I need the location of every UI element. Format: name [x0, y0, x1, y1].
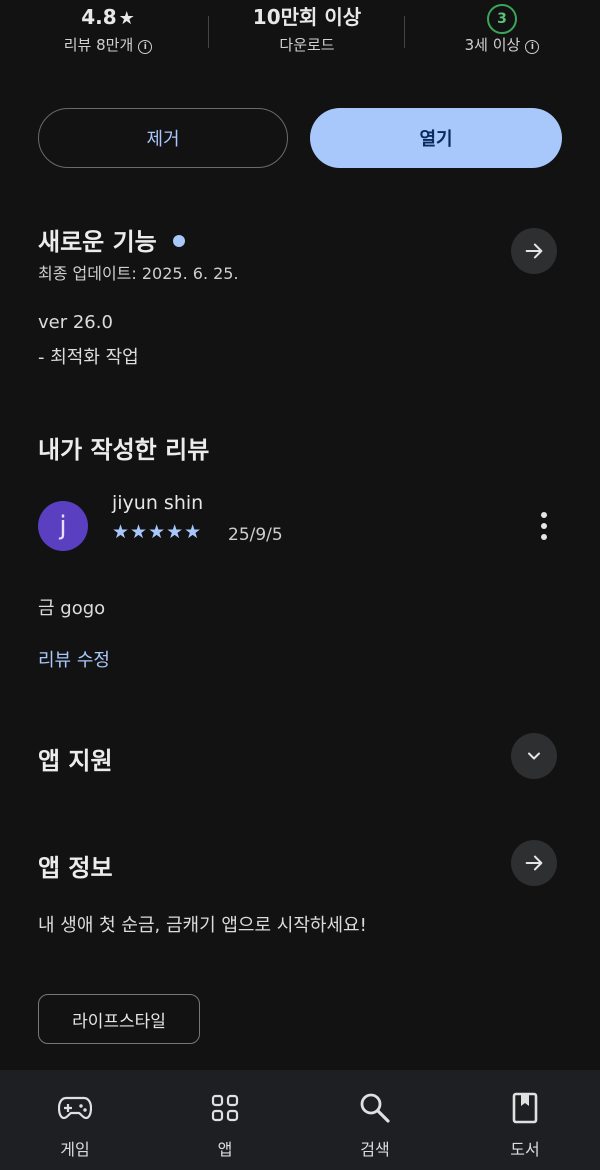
downloads-value: 10만회 이상: [252, 5, 362, 29]
new-dot-icon: [173, 235, 186, 247]
rating-label: 리뷰 8만개: [63, 36, 134, 54]
review-date: 25/9/5: [228, 525, 283, 545]
nav-item-books[interactable]: 도서: [450, 1070, 600, 1170]
arrow-right-icon: [525, 855, 543, 871]
app-support-title: 앱 지원: [38, 747, 113, 775]
age-rating-badge: 3: [487, 4, 517, 34]
downloads-label: 다운로드: [279, 36, 335, 54]
whats-new-header[interactable]: 새로운 기능: [38, 222, 186, 257]
nav-label: 앱: [217, 1140, 233, 1159]
more-vertical-icon: [541, 512, 547, 540]
whats-new-title: 새로운 기능: [38, 228, 157, 256]
star-icon: ★: [118, 8, 135, 29]
rating-value: 4.8: [81, 5, 117, 29]
nav-item-apps[interactable]: 앱: [150, 1070, 300, 1170]
bottom-nav: 게임 앱 검색 도서: [0, 1070, 600, 1170]
info-icon: i: [138, 40, 153, 54]
nav-label: 게임: [60, 1140, 90, 1159]
nav-label: 도서: [510, 1140, 540, 1159]
apps-grid-icon: [205, 1088, 245, 1128]
search-icon: [355, 1088, 395, 1128]
my-review-title: 내가 작성한 리뷰: [38, 436, 210, 464]
edit-review-link[interactable]: 리뷰 수정: [38, 646, 110, 672]
info-icon: i: [525, 40, 540, 54]
review-text: 금 gogo: [38, 598, 106, 619]
age-stat[interactable]: 3 3세 이상 i: [402, 0, 600, 55]
app-info-arrow-button[interactable]: [511, 840, 557, 886]
arrow-right-icon: [525, 243, 543, 259]
nav-label: 검색: [360, 1140, 390, 1159]
open-button[interactable]: 열기: [310, 108, 562, 168]
nav-item-search[interactable]: 검색: [300, 1070, 450, 1170]
review-author: jiyun shin: [112, 492, 204, 514]
category-chip[interactable]: 라이프스타일: [38, 994, 200, 1044]
version-text: ver 26.0: [38, 312, 113, 333]
star-rating-icon: ★★★★★: [112, 521, 203, 543]
book-icon: [505, 1088, 545, 1128]
avatar: j: [38, 501, 88, 551]
more-options-button[interactable]: [528, 508, 560, 544]
uninstall-button[interactable]: 제거: [38, 108, 288, 168]
app-info-title: 앱 정보: [38, 854, 113, 882]
app-description: 내 생애 첫 순금, 금캐기 앱으로 시작하세요!: [38, 915, 367, 936]
age-label: 3세 이상: [464, 36, 521, 54]
gamepad-icon: [55, 1088, 95, 1128]
chevron-down-icon: [528, 752, 540, 760]
downloads-stat: 10만회 이상 다운로드: [207, 0, 407, 55]
last-updated: 최종 업데이트: 2025. 6. 25.: [38, 264, 239, 283]
app-support-expand-button[interactable]: [511, 733, 557, 779]
release-note: - 최적화 작업: [38, 347, 139, 368]
nav-item-games[interactable]: 게임: [0, 1070, 150, 1170]
whats-new-arrow-button[interactable]: [511, 228, 557, 274]
rating-stat[interactable]: 4.8 ★ 리뷰 8만개 i: [8, 0, 208, 55]
